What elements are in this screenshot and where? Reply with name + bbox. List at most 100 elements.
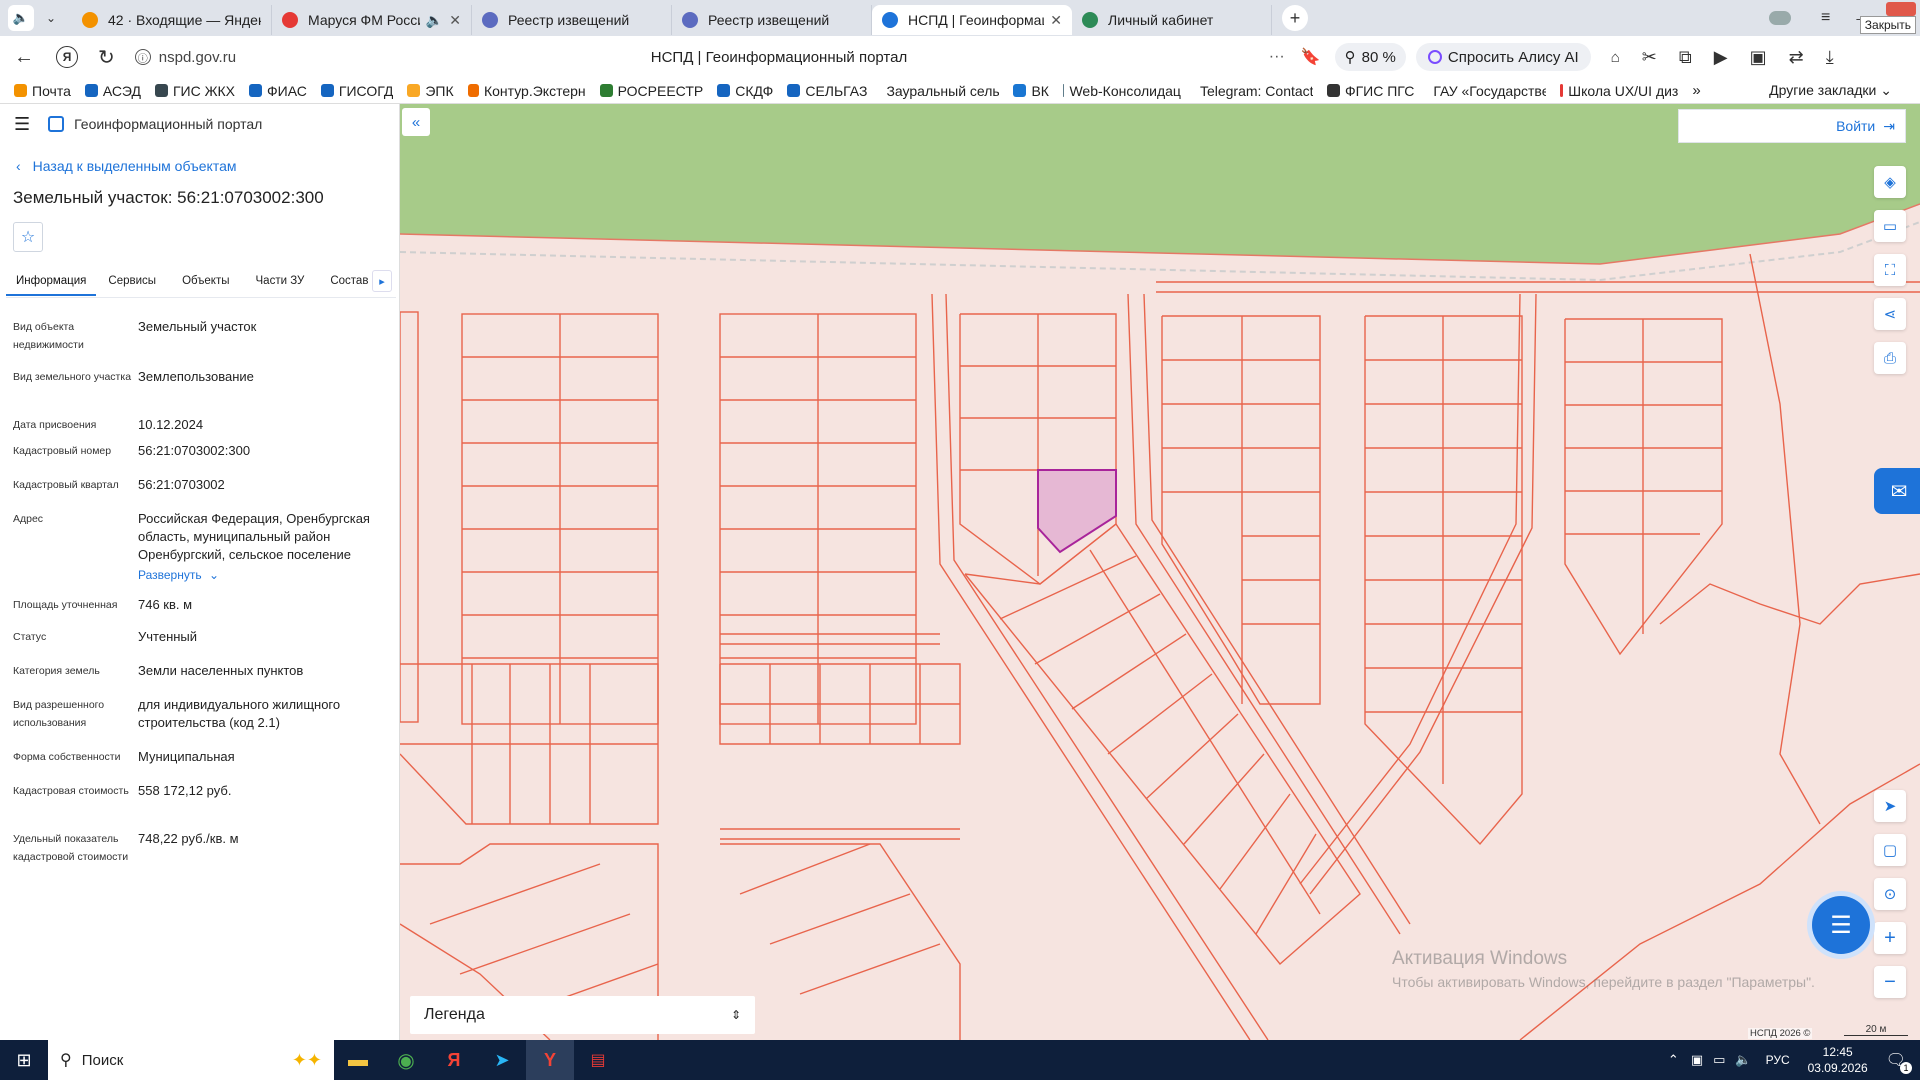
tab-menu-icon[interactable]: ≡ [1821, 9, 1830, 27]
bookmark-item[interactable]: ГАУ «Государстве [1428, 83, 1546, 99]
profile-icon[interactable] [1769, 11, 1791, 25]
ruler-button[interactable]: ▭ [1874, 210, 1906, 242]
select-area-button[interactable]: ⛶ [1874, 254, 1906, 286]
tab-audio-icon[interactable]: 🔈 [8, 5, 34, 31]
new-tab-button[interactable]: + [1282, 5, 1308, 31]
property-row: Удельный показатель кадастровой стоимост… [13, 830, 399, 876]
browser-tab[interactable]: Реестр извещений [672, 5, 872, 35]
collections-icon[interactable]: ▣ [1750, 47, 1767, 68]
zoom-badge[interactable]: ⚲ 80 % [1334, 43, 1406, 71]
object-title: Земельный участок: 56:21:0703002:300 [13, 188, 324, 207]
map-contour-right-2 [1659, 573, 1920, 625]
yandex-icon[interactable]: Я [56, 46, 78, 68]
bookmark-item[interactable]: Web-Консолидац [1062, 83, 1181, 99]
bookmark-item[interactable]: Школа UX/UI диз [1560, 83, 1678, 99]
reload-icon[interactable]: ↻ [98, 45, 115, 70]
expand-link[interactable]: Развернуть ⌄ [138, 566, 388, 584]
bookmark-item[interactable]: ВК [1013, 83, 1049, 99]
bookmark-item[interactable]: Почта [14, 83, 71, 99]
yandex-active-icon[interactable]: Y [526, 1040, 574, 1080]
browser-tab[interactable]: 42 · Входящие — Яндекс Почта [72, 5, 272, 35]
extensions-icon[interactable]: ⧉ [1679, 47, 1692, 68]
cadastral-map[interactable]: « Войти ⇥ ◈ ▭ ⛶ ⋖ ⎙ ✉ ➤ ▢ ⊙ + − ☰ Активац… [400, 104, 1920, 1040]
clock[interactable]: 12:45 03.09.2026 [1808, 1044, 1868, 1076]
bookmarks-more-icon[interactable]: » [1692, 82, 1700, 99]
bookmark-item[interactable]: СКДФ [717, 83, 773, 99]
tab-close-icon[interactable]: ✕ [1050, 12, 1062, 29]
browser-tab[interactable]: Маруся ФМ Россия 🔈 ✕ [272, 5, 472, 35]
bookmark-item[interactable]: Telegram: Contact [1195, 83, 1313, 99]
bookmark-item[interactable]: ГИСОГД [320, 83, 393, 99]
minimap-button[interactable]: ▢ [1874, 834, 1906, 866]
bookmark-item[interactable]: Зауральный сель [881, 83, 999, 99]
file-explorer-icon[interactable]: ▬ [334, 1040, 382, 1080]
url-text[interactable]: nspd.gov.ru [159, 49, 579, 66]
window-close-button[interactable] [1886, 2, 1916, 16]
hamburger-menu-icon[interactable]: ☰ [14, 114, 30, 135]
collapse-panel-button[interactable]: « [402, 108, 430, 136]
browser-tab[interactable]: НСПД | Геоинформационный портал ✕ [872, 5, 1072, 35]
taskbar-search[interactable]: ⚲ Поиск ✦✦ [48, 1040, 334, 1080]
language-indicator[interactable]: РУС [1766, 1053, 1790, 1067]
tray-chevron-icon[interactable]: ⌃ [1668, 1052, 1679, 1068]
tabs-next-arrow[interactable]: ▸ [372, 270, 392, 292]
share-button[interactable]: ⋖ [1874, 298, 1906, 330]
bookmark-item[interactable]: ФИАС [249, 83, 307, 99]
bookmark-icon[interactable]: 🔖 [1301, 47, 1321, 67]
selected-parcel[interactable] [1037, 469, 1117, 554]
back-link[interactable]: ‹ Назад к выделенным объектам [16, 158, 399, 174]
close-tooltip: Закрыть [1859, 16, 1916, 34]
zoom-in-button[interactable]: + [1874, 922, 1906, 954]
browser-tab[interactable]: Личный кабинет [1072, 5, 1272, 35]
login-button[interactable]: Войти ⇥ [1836, 118, 1895, 135]
bookmark-item[interactable]: Контур.Экстерн [467, 83, 586, 99]
zoom-out-button[interactable]: − [1874, 966, 1906, 998]
media-icon[interactable]: ▶ [1714, 47, 1728, 68]
geolocate-button[interactable]: ➤ [1874, 790, 1906, 822]
bookmark-item[interactable]: ФГИС ПГС [1326, 83, 1414, 99]
info-tab[interactable]: Сервисы [98, 266, 166, 296]
chrome-icon[interactable]: ◉ [382, 1040, 430, 1080]
volume-icon[interactable]: 🔈 [1735, 1052, 1751, 1068]
location-pin-button[interactable]: ⊙ [1874, 878, 1906, 910]
bookmark-item[interactable]: ГИС ЖКХ [154, 83, 235, 99]
layers-button[interactable]: ◈ [1874, 166, 1906, 198]
network-icon[interactable]: ▭ [1713, 1052, 1725, 1068]
favorite-button[interactable]: ☆ [13, 222, 43, 252]
back-arrow-icon[interactable]: ← [14, 46, 34, 69]
pdf-app-icon[interactable]: ▤ [574, 1040, 622, 1080]
start-button[interactable]: ⊞ [0, 1040, 48, 1080]
portal-logo-icon [48, 116, 65, 132]
ext-tools-icon[interactable]: ✂ [1642, 47, 1657, 68]
map-canvas[interactable] [400, 104, 1920, 1040]
info-tab[interactable]: Части ЗУ [246, 266, 315, 296]
legend-dropdown[interactable]: Легенда ⇕ [410, 996, 755, 1034]
print-button[interactable]: ⎙ [1874, 342, 1906, 374]
bookmark-item[interactable]: РОСРЕЕСТР [599, 83, 703, 99]
bookmark-item[interactable]: СЕЛЬГАЗ [787, 83, 867, 99]
downloads-icon[interactable]: ⤓ [1826, 47, 1834, 68]
tray-app-icon[interactable]: ▣ [1691, 1052, 1703, 1068]
ext-cap-icon[interactable]: ⌂ [1611, 47, 1620, 68]
telegram-icon[interactable]: ➤ [478, 1040, 526, 1080]
bookmark-item[interactable]: АСЭД [84, 83, 141, 99]
chat-button[interactable]: ☰ [1812, 896, 1870, 954]
tab-list-chevron-icon[interactable]: ⌄ [38, 5, 64, 31]
bookmark-item[interactable]: ЭПК [407, 83, 454, 99]
info-tab[interactable]: Информация [6, 266, 97, 296]
yandex-browser-icon[interactable]: Я [430, 1040, 478, 1080]
tab-close-icon[interactable]: ✕ [449, 12, 461, 29]
site-info-icon[interactable]: ⓘ [134, 49, 151, 65]
browser-tab[interactable]: Реестр извещений [472, 5, 672, 35]
bookmark-favicon-icon [320, 84, 334, 97]
tab-audio-icon[interactable]: 🔈 [426, 12, 443, 29]
assistant-tab[interactable]: ✉ [1874, 468, 1920, 514]
info-tab[interactable]: Объекты [172, 266, 239, 296]
info-tab[interactable]: Состав [320, 266, 378, 296]
notifications-button[interactable]: 🗨 1 [1886, 1050, 1912, 1074]
alice-button[interactable]: Спросить Алису AI [1415, 43, 1591, 71]
map-block-3 [959, 313, 1117, 585]
translate-icon[interactable]: ⇄ [1789, 47, 1804, 68]
other-bookmarks[interactable]: Другие закладки ⌄ [1769, 82, 1892, 99]
more-dots-icon[interactable]: ··· [1269, 48, 1285, 66]
